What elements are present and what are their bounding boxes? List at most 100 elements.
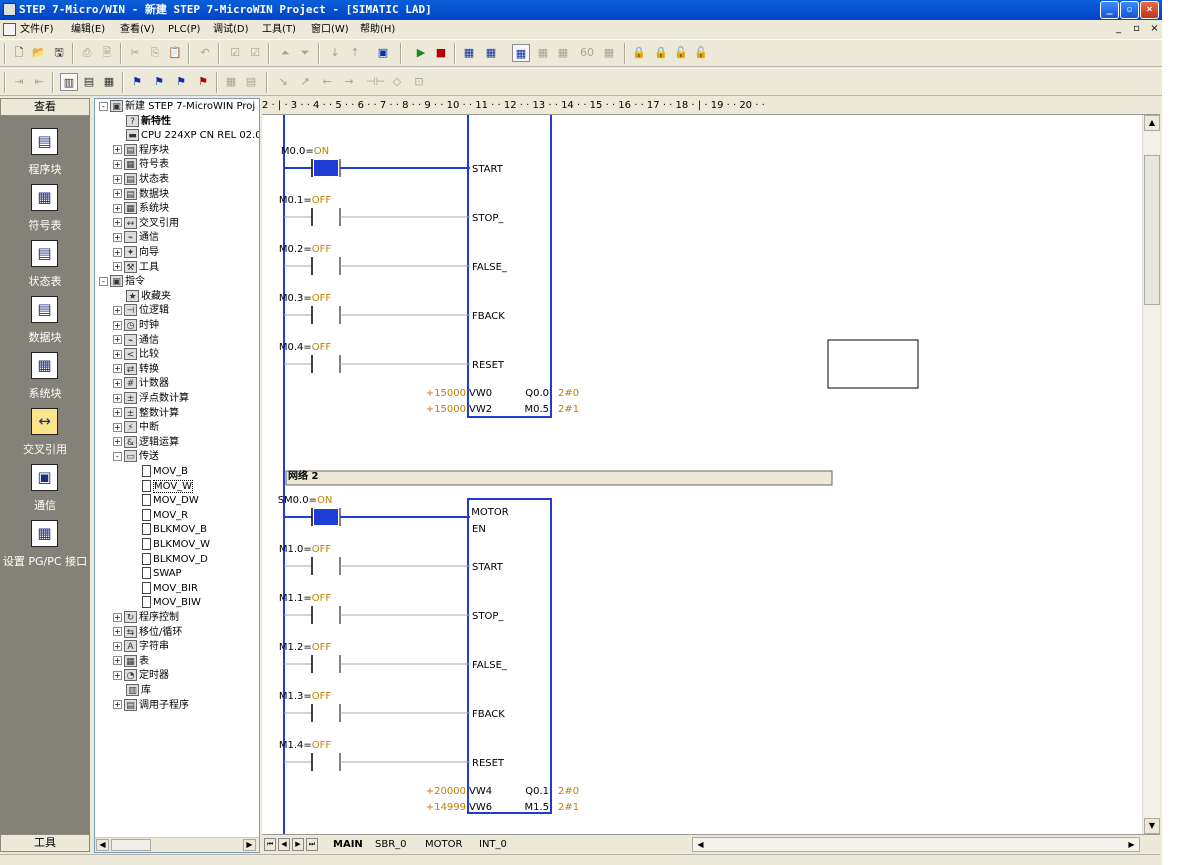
tree-item[interactable]: BLKMOV_D [127, 552, 208, 567]
tree-item[interactable]: SWAP [127, 567, 182, 581]
expand-icon[interactable]: + [113, 335, 122, 345]
minimize-button[interactable]: _ [1100, 1, 1119, 19]
expand-icon[interactable]: + [113, 218, 122, 228]
tree-item[interactable]: + ◷ 时钟 [113, 319, 159, 333]
tree-item[interactable]: + ▤ 数据块 [113, 187, 169, 202]
collapse-icon[interactable]: - [113, 451, 122, 461]
expand-icon[interactable]: + [113, 627, 122, 637]
mdi-close-button[interactable]: × [1148, 22, 1161, 36]
copy-icon[interactable]: ⎘ [146, 44, 164, 62]
scroll-left-icon[interactable]: ◀ [694, 838, 707, 851]
first-tab-icon[interactable]: ⏮ [264, 838, 276, 851]
toggle-bookmark-icon[interactable]: ⚑ [128, 73, 146, 91]
print-icon[interactable]: ⎙ [78, 44, 96, 62]
nav-system-block[interactable]: ▦ 系统块 [0, 340, 90, 400]
tree-item[interactable]: + ◔ 定时器 [113, 669, 169, 683]
horizontal-scrollbar[interactable]: ◀ ▶ [692, 837, 1140, 852]
expand-icon[interactable]: + [113, 262, 122, 272]
expand-icon[interactable]: + [113, 700, 122, 710]
menu-plc[interactable]: PLC(P) [168, 20, 200, 39]
run-icon[interactable]: ▶ [412, 44, 430, 62]
menu-file[interactable]: 文件(F) [20, 20, 54, 39]
menu-view[interactable]: 查看(V) [120, 20, 155, 39]
indent-icon[interactable]: ⇥ [10, 73, 28, 91]
tree-item[interactable]: + # 计数器 [113, 377, 169, 391]
next-tab-icon[interactable]: ▶ [292, 838, 304, 851]
sort-descending-icon[interactable]: ↑ [346, 44, 364, 62]
tree-item[interactable]: + ± 浮点数计算 [113, 392, 189, 406]
stop-icon[interactable]: ■ [432, 44, 450, 62]
sort-ascending-icon[interactable]: ↓ [326, 44, 344, 62]
program-status-icon[interactable]: ▦ [460, 44, 478, 62]
ladder-canvas[interactable]: 网络 2 MOTOR EN M0.0=ON START M0.1=OFF STOP_ M… [262, 115, 1142, 834]
tree-item[interactable]: + ↻ 程序控制 [113, 611, 179, 625]
network-comment-field[interactable] [285, 470, 833, 486]
expand-icon[interactable]: + [113, 320, 122, 330]
expand-icon[interactable]: + [113, 305, 122, 315]
maximize-button[interactable]: ▫ [1120, 1, 1139, 19]
last-tab-icon[interactable]: ⏭ [306, 838, 318, 851]
tree-item[interactable]: MOV_BIR [127, 581, 198, 596]
tree-item[interactable]: ▬ CPU 224XP CN REL 02.0 [113, 129, 259, 143]
scroll-up-icon[interactable]: ▲ [1144, 115, 1160, 131]
previous-bookmark-icon[interactable]: ⚑ [172, 73, 190, 91]
tree-item[interactable]: + ▤ 调用子程序 [113, 698, 189, 713]
collapse-icon[interactable]: - [99, 101, 108, 111]
tree-item[interactable]: + ↔ 交叉引用 [113, 216, 179, 231]
force-value-icon[interactable]: 🔓 [692, 44, 710, 62]
tree-item[interactable]: + ⊣ 位逻辑 [113, 304, 169, 318]
tree-item[interactable]: ? 新特性 [113, 114, 171, 129]
menu-help[interactable]: 帮助(H) [360, 20, 395, 39]
open-folder-icon[interactable]: 📂 [30, 44, 48, 62]
force-icon[interactable]: ▦ [600, 44, 618, 62]
expand-icon[interactable]: + [113, 232, 122, 242]
navigation-header[interactable]: 查看 [0, 98, 90, 116]
scroll-thumb[interactable] [1144, 155, 1160, 305]
expand-icon[interactable]: + [113, 145, 122, 155]
expand-icon[interactable]: + [113, 437, 122, 447]
menu-debug[interactable]: 调试(D) [213, 20, 249, 39]
menu-edit[interactable]: 编辑(E) [71, 20, 105, 39]
up-line-icon[interactable]: ↗ [296, 73, 314, 91]
tree-item[interactable]: + ⌁ 通信 [113, 231, 159, 245]
vertical-scrollbar[interactable]: ▲ ▼ [1142, 115, 1160, 834]
title-bar[interactable]: STEP 7-Micro/WIN - 新建 STEP 7-MicroWIN Pr… [0, 0, 1162, 20]
nav-status-chart[interactable]: ▤ 状态表 [0, 228, 90, 288]
toggle-pou-comments-icon[interactable]: ▥ [60, 73, 78, 91]
ladder-diagram[interactable]: 网络 2 MOTOR EN M0.0=ONSTARTM0.1=OFFSTOP_M… [262, 115, 1142, 834]
undo-icon[interactable]: ↶ [196, 44, 214, 62]
symbol-table-icon[interactable]: ▤ [242, 73, 260, 91]
remove-all-bookmarks-icon[interactable]: ⚑ [194, 73, 212, 91]
expand-icon[interactable]: + [113, 670, 122, 680]
pause-status-icon[interactable]: ▦ [482, 44, 500, 62]
download-icon[interactable]: ⏷ [296, 44, 314, 62]
contact-icon[interactable]: ⊣⊢ [366, 73, 385, 91]
cut-icon[interactable]: ✂ [126, 44, 144, 62]
tree-item[interactable]: + < 比较 [113, 348, 159, 362]
tree-item[interactable]: + ⚒ 工具 [113, 260, 159, 275]
unforce-icon[interactable]: 🔒 [630, 44, 648, 62]
tab-motor[interactable]: MOTOR [422, 837, 465, 852]
expand-icon[interactable]: + [113, 349, 122, 359]
options-icon[interactable]: ▣ [374, 44, 392, 62]
expand-icon[interactable]: + [113, 378, 122, 388]
expand-icon[interactable]: + [113, 422, 122, 432]
expand-icon[interactable]: + [113, 247, 122, 257]
read-all-forced-icon[interactable]: 🔓 [672, 44, 690, 62]
tree-item[interactable]: + ▦ 表 [113, 654, 149, 669]
tree-item[interactable]: MOV_B [127, 465, 188, 479]
compile-icon[interactable]: ☑ [226, 44, 244, 62]
tree-horizontal-scrollbar[interactable]: ◀ ▶ [95, 837, 259, 852]
outdent-icon[interactable]: ⇤ [30, 73, 48, 91]
mdi-minimize-button[interactable]: _ [1112, 22, 1125, 36]
tree-item[interactable]: + ⚡ 中断 [113, 421, 159, 435]
expand-icon[interactable]: + [113, 656, 122, 666]
expand-icon[interactable]: + [113, 159, 122, 169]
single-read-icon[interactable]: ▦ [554, 44, 572, 62]
next-bookmark-icon[interactable]: ⚑ [150, 73, 168, 91]
scroll-left-icon[interactable]: ◀ [96, 839, 109, 851]
close-button[interactable]: × [1140, 1, 1159, 19]
tree-item[interactable]: + & 逻辑运算 [113, 435, 179, 450]
tree-item[interactable]: ▥ 库 [113, 684, 151, 698]
tree-item[interactable]: ★ 收藏夹 [113, 289, 171, 304]
